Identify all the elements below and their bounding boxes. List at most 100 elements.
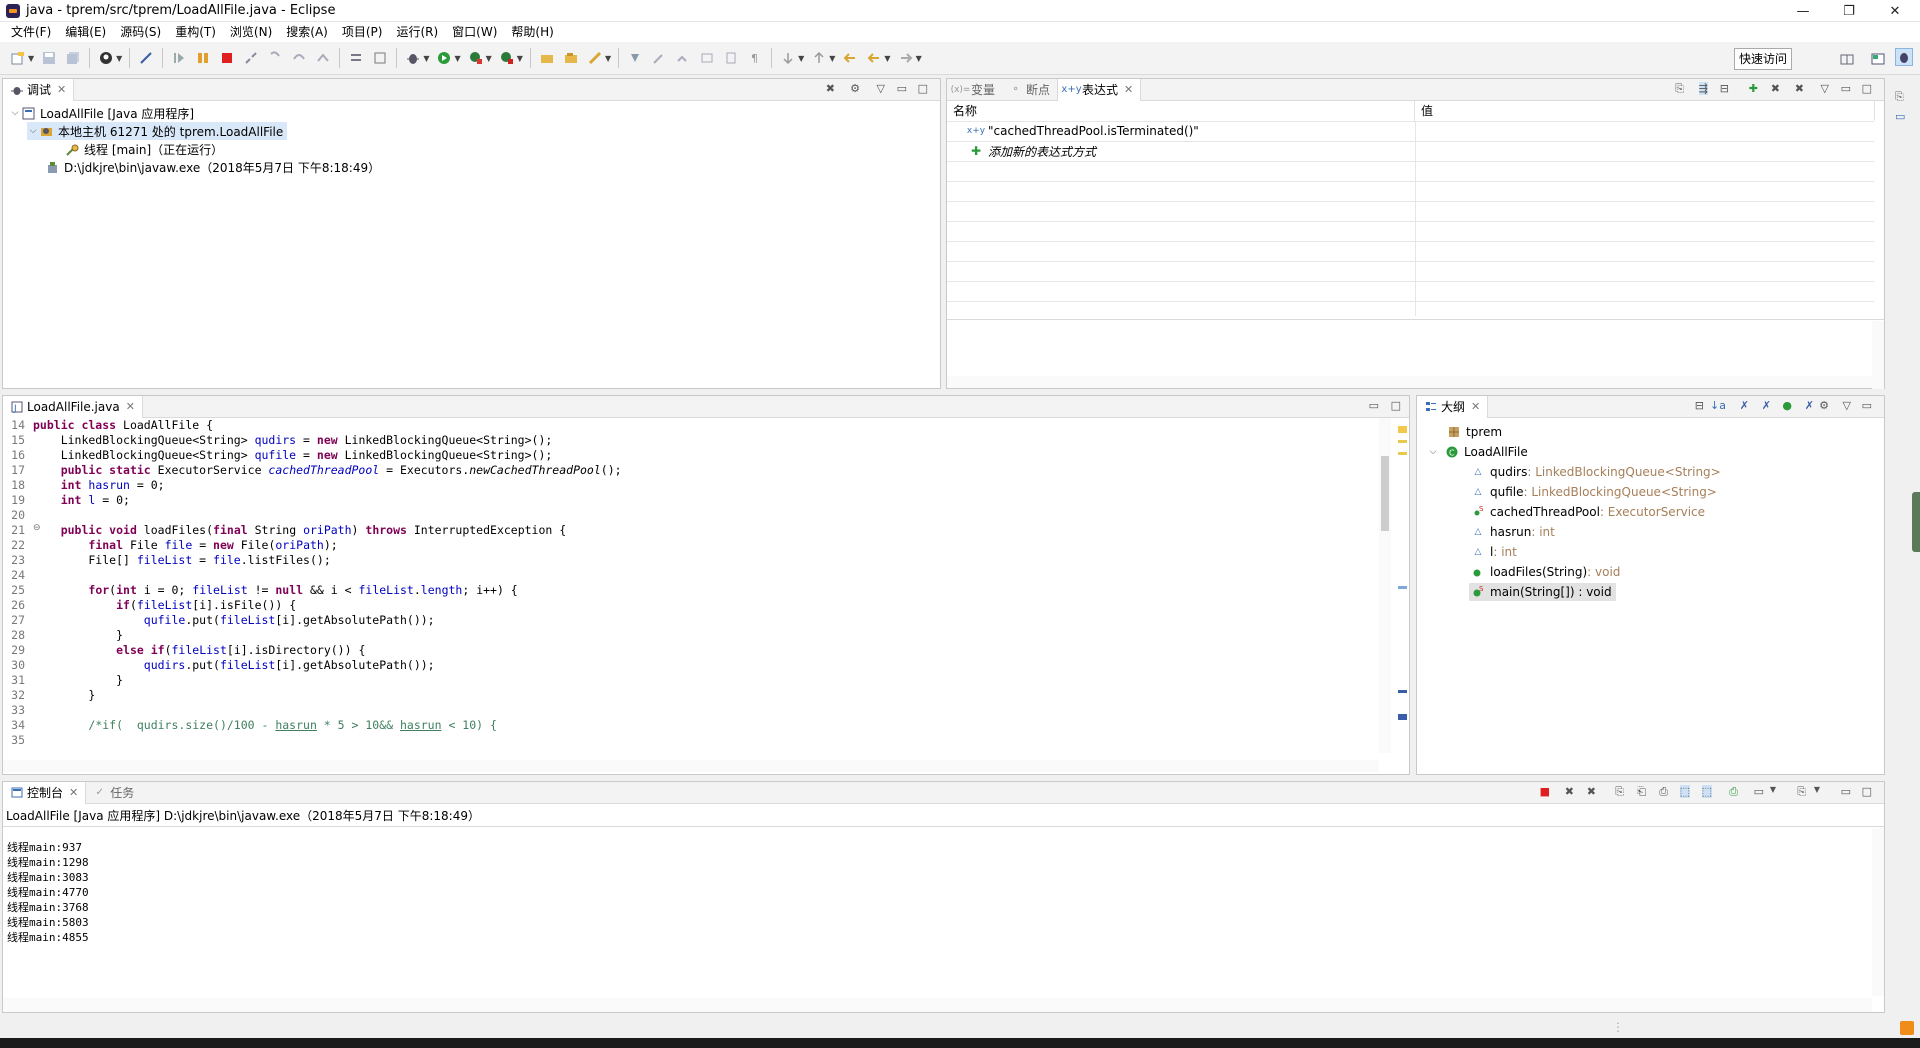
close-icon[interactable]: ✕	[126, 400, 135, 413]
pin-console-icon[interactable]: ⎙	[1729, 785, 1738, 799]
previous-annotation-icon[interactable]	[810, 49, 828, 67]
overview-marker[interactable]	[1398, 452, 1407, 455]
maximize-view-icon[interactable]: □	[918, 82, 928, 95]
open-perspective-icon[interactable]	[1838, 50, 1856, 68]
outline-item-field[interactable]: △ qufile : LinkedBlockingQueue<String>	[1471, 483, 1717, 501]
tab-loadallfile-java[interactable]: J LoadAllFile.java ✕	[3, 395, 143, 418]
disconnect-icon[interactable]	[242, 49, 260, 67]
outline-item-method[interactable]: loadFiles(String) : void	[1471, 563, 1620, 581]
code-editor[interactable]: 14 public class LoadAllFile { 15 LinkedBl…	[3, 418, 1379, 756]
use-step-filters-icon[interactable]	[347, 49, 365, 67]
details-scrollbar[interactable]	[1872, 321, 1884, 389]
open-console-icon[interactable]: ⎘	[1797, 785, 1806, 799]
collapse-all-icon[interactable]: ⊟	[1720, 82, 1729, 95]
external-tools-icon[interactable]	[498, 49, 516, 67]
remove-all-expressions-icon[interactable]: ✖	[1795, 82, 1804, 95]
view-menu-chevron-icon[interactable]: ▽	[1821, 82, 1829, 95]
chevron-down-icon[interactable]: ▼	[116, 54, 122, 63]
sort-icon[interactable]: ↓a	[1710, 399, 1726, 412]
notification-icon[interactable]	[1900, 1021, 1914, 1035]
step-return-icon[interactable]	[314, 49, 332, 67]
chevron-down-icon[interactable]: ▼	[829, 54, 835, 63]
editor-horizontal-scrollbar[interactable]	[3, 760, 1379, 772]
tree-item-process[interactable]: D:\jdkjre\bin\javaw.exe（2018年5月7日 下午8:18…	[45, 158, 380, 176]
console-output[interactable]: 线程main:937 线程main:1298 线程main:3083 线程mai…	[7, 840, 89, 945]
close-icon[interactable]: ✕	[1124, 83, 1133, 96]
open-type-icon[interactable]	[538, 49, 556, 67]
tab-console[interactable]: 控制台 ✕	[3, 781, 87, 804]
add-expression-icon[interactable]: ✚	[1749, 82, 1758, 95]
minimized-view-icon[interactable]: ▭	[1895, 110, 1905, 123]
outline-item-class[interactable]: ⌵ C LoadAllFile	[1427, 443, 1528, 461]
close-icon[interactable]: ✕	[69, 786, 78, 799]
tab-outline[interactable]: 大纲 ✕	[1417, 395, 1489, 418]
chevron-down-icon[interactable]: ▼	[423, 54, 429, 63]
menu-file[interactable]: 文件(F)	[4, 22, 58, 42]
hide-non-public-icon[interactable]: ●	[1782, 399, 1792, 412]
minimize-view-icon[interactable]: ▭	[1841, 82, 1851, 95]
collapse-all-icon[interactable]: ⊟	[1695, 399, 1704, 412]
menu-refactor[interactable]: 重构(T)	[168, 22, 223, 42]
last-edit-icon[interactable]	[841, 49, 859, 67]
restore-icon[interactable]: ⎘	[1895, 90, 1904, 104]
step-over-icon[interactable]	[290, 49, 308, 67]
resume-icon[interactable]	[170, 49, 188, 67]
hide-local-types-icon[interactable]: ✗	[1805, 399, 1814, 412]
chevron-down-icon[interactable]: ▼	[884, 54, 890, 63]
minimize-view-icon[interactable]: ▭	[897, 82, 907, 95]
editor-vertical-scrollbar[interactable]	[1379, 418, 1391, 753]
view-menu-icon[interactable]: ⚙	[850, 82, 860, 95]
chevron-down-icon[interactable]: ▼	[1770, 785, 1776, 794]
annotation-icon[interactable]	[626, 49, 644, 67]
menu-navigate[interactable]: 浏览(N)	[223, 22, 279, 42]
step-into-icon[interactable]	[266, 49, 284, 67]
profile-icon[interactable]	[97, 49, 115, 67]
terminate-icon[interactable]	[218, 49, 236, 67]
coverage-icon[interactable]	[467, 49, 485, 67]
link-icon[interactable]	[674, 49, 692, 67]
show-logical-structure-icon[interactable]: ⇶	[1698, 82, 1708, 95]
menu-help[interactable]: 帮助(H)	[504, 22, 560, 42]
link-editor-icon[interactable]: ⚙	[1819, 399, 1829, 412]
chevron-down-icon[interactable]: ▼	[916, 54, 922, 63]
fold-collapse-icon[interactable]: ⊖	[33, 523, 41, 533]
tree-item-launch[interactable]: ⌵ LoadAllFile [Java 应用程序]	[9, 104, 195, 122]
chevron-down-icon[interactable]: ⌵	[27, 126, 39, 136]
drop-to-frame-icon[interactable]	[371, 49, 389, 67]
save-all-icon[interactable]	[64, 49, 82, 67]
menu-source[interactable]: 源码(S)	[113, 22, 168, 42]
minimize-view-icon[interactable]: ▭	[1369, 399, 1379, 412]
chevron-down-icon[interactable]: ▼	[605, 54, 611, 63]
side-widget-handle[interactable]	[1912, 492, 1920, 552]
tab-debug[interactable]: 调试 ✕	[3, 78, 75, 101]
close-icon[interactable]: ✕	[1471, 400, 1480, 413]
view-menu-chevron-icon[interactable]: ▽	[877, 82, 885, 95]
overview-marker[interactable]	[1398, 690, 1407, 693]
chevron-down-icon[interactable]: ▼	[1814, 785, 1820, 794]
menu-edit[interactable]: 编辑(E)	[58, 22, 113, 42]
menu-run[interactable]: 运行(R)	[389, 22, 445, 42]
outline-item-field[interactable]: △ l : int	[1471, 543, 1517, 561]
open-task-icon[interactable]	[562, 49, 580, 67]
remove-terminated-icon[interactable]: ✖	[826, 82, 835, 95]
new-icon[interactable]	[9, 49, 27, 67]
maximize-view-icon[interactable]: □	[1862, 82, 1872, 95]
menu-search[interactable]: 搜索(A)	[279, 22, 335, 42]
column-header-value[interactable]: 值	[1415, 101, 1875, 121]
suspend-icon[interactable]	[194, 49, 212, 67]
scrollbar-thumb[interactable]	[1381, 456, 1389, 531]
remove-all-terminated-icon[interactable]: ✖	[1587, 785, 1596, 798]
add-expression-row[interactable]: ✚ 添加新的表达式方式	[969, 142, 1096, 160]
next-annotation-icon[interactable]	[779, 49, 797, 67]
search-icon[interactable]	[586, 49, 604, 67]
remove-launch-icon[interactable]: ✖	[1565, 785, 1574, 798]
console-horizontal-scrollbar[interactable]	[3, 998, 1872, 1012]
minimize-button[interactable]: —	[1780, 0, 1826, 22]
terminate-icon[interactable]: ■	[1540, 785, 1550, 798]
tab-tasks[interactable]: ✓ 任务	[86, 782, 141, 804]
outline-item-field[interactable]: △ hasrun : int	[1471, 523, 1555, 541]
menu-project[interactable]: 项目(P)	[335, 22, 390, 42]
clear-console-icon[interactable]: ⎘	[1615, 785, 1624, 799]
overview-marker[interactable]	[1398, 440, 1407, 443]
hide-static-icon[interactable]: ✗	[1762, 399, 1771, 412]
